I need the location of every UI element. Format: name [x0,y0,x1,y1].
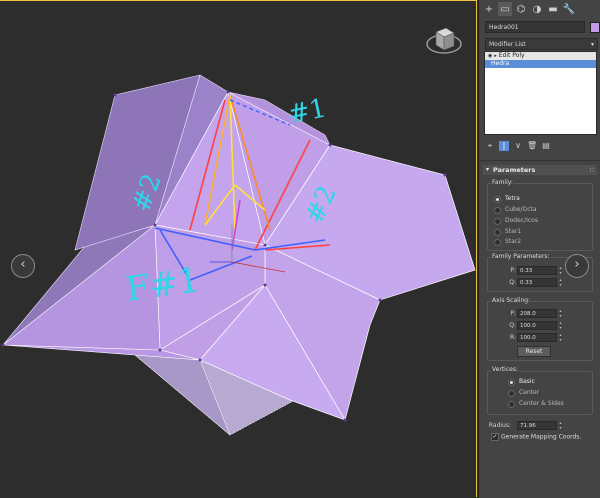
p-param-label: P: [510,267,516,274]
next-arrow-button[interactable]: › [565,254,589,278]
scene-canvas[interactable] [0,0,478,498]
rollout-pin-icon: ∷ [589,166,594,174]
remove-modifier-icon[interactable]: 🗑 [527,141,537,151]
utilities-tab-icon[interactable]: 🔧 [562,2,576,16]
axis-q-label: Q: [509,322,516,329]
stack-item-hedra[interactable]: Hedra [485,60,596,68]
family-radio-star1[interactable]: Star1 [493,228,521,236]
axis-p-spinner[interactable]: 208.0 [517,309,557,318]
q-param-spinner[interactable]: 0.33 [517,278,557,287]
stack-item-edit-poly[interactable]: ◉ ▸ Edit Poly [485,52,596,60]
vertices-radio-center[interactable]: Center [507,389,539,397]
axis-scaling-label: Axis Scaling: [491,297,532,304]
vertices-radio-center-sides[interactable]: Center & Sides [508,400,564,408]
generate-mapping-checkbox[interactable]: ✓ Generate Mapping Coords. [491,433,581,442]
family-radio-star2[interactable]: Star2 [493,238,521,246]
vertices-radio-basic[interactable]: Basic [508,378,535,386]
modifier-stack[interactable]: ◉ ▸ Edit Poly Hedra [484,51,597,135]
family-label: Family: [491,179,514,186]
object-color-swatch[interactable] [590,22,600,33]
eye-icon[interactable]: ◉ [488,53,492,59]
spinner-arrows-icon[interactable]: ▴ ▾ [558,277,563,287]
show-end-result-icon[interactable]: | [499,141,509,151]
spinner-arrows-icon[interactable]: ▴ ▾ [558,420,563,430]
reset-button[interactable]: Reset [517,346,551,357]
create-tab-icon[interactable]: + [482,2,496,16]
family-radio-cube-octa[interactable]: Cube/Octa [494,206,537,214]
modify-tab-icon[interactable]: ▭ [498,2,512,16]
family-parameters-label: Family Parameters: [491,253,551,260]
stack-toolbar: ⌖ | ∨ 🗑 ▤ [485,140,597,152]
parameters-title: Parameters [493,166,536,174]
spinner-arrows-icon[interactable]: ▴ ▾ [558,332,563,342]
checkbox-checked-icon: ✓ [491,433,499,441]
radius-spinner[interactable]: 71.96 [517,421,557,430]
axis-p-label: P: [510,310,516,317]
stack-item-label: Hedra [491,60,510,67]
modifier-list-label: Modifier List [489,41,526,48]
p-param-spinner[interactable]: 0.33 [517,266,557,275]
axis-r-spinner[interactable]: 100.0 [517,333,557,342]
spinner-arrows-icon[interactable]: ▴ ▾ [558,265,563,275]
parameters-rollout-header[interactable]: ▾ Parameters ∷ [483,165,597,175]
family-radio-tetra[interactable]: Tetra [494,195,520,203]
vertices-group [487,371,593,415]
configure-sets-icon[interactable]: ▤ [541,141,551,151]
hierarchy-tab-icon[interactable]: ⌬ [514,2,528,16]
spinner-arrows-icon[interactable]: ▴ ▾ [558,308,563,318]
radius-label: Radius: [488,422,511,429]
generate-mapping-label: Generate Mapping Coords. [501,433,582,441]
modifier-list-dropdown[interactable]: Modifier List ▾ [485,38,598,50]
expand-arrow-icon[interactable]: ▸ [494,53,497,59]
previous-arrow-button[interactable]: ‹ [11,254,35,278]
command-panel: + ▭ ⌬ ◑ ▬ 🔧 Hedra001 Modifier List ▾ ◉ ▸… [478,0,600,498]
pin-stack-icon[interactable]: ⌖ [485,141,495,151]
viewport[interactable]: #1 #2 #2 F#1 ‹ [0,0,478,498]
family-radio-dodec-icos[interactable]: Dodec/Icos [494,217,538,225]
q-param-label: Q: [509,279,516,286]
stack-item-label: Edit Poly [498,52,525,59]
display-tab-icon[interactable]: ▬ [546,2,560,16]
view-cube-icon[interactable] [424,20,464,60]
spinner-arrows-icon[interactable]: ▴ ▾ [558,320,563,330]
family-group [487,183,593,251]
object-name-field[interactable]: Hedra001 [485,21,585,33]
command-panel-tabs: + ▭ ⌬ ◑ ▬ 🔧 [479,0,600,18]
make-unique-icon[interactable]: ∨ [513,141,523,151]
chevron-down-icon: ▾ [590,41,594,48]
collapse-triangle-icon: ▾ [486,166,490,173]
axis-q-spinner[interactable]: 100.0 [517,321,557,330]
axis-r-label: R: [509,334,516,341]
panel-divider [479,160,600,161]
motion-tab-icon[interactable]: ◑ [530,2,544,16]
vertices-label: Vertices: [491,366,519,373]
